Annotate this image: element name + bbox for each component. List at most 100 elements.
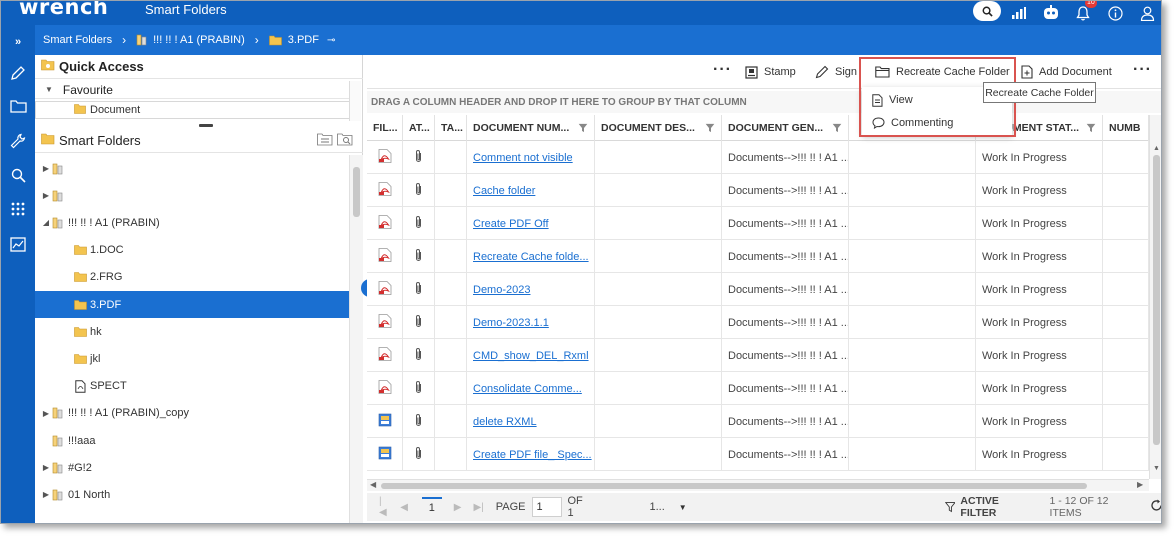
breadcrumb-item-smart-folders[interactable]: Smart Folders (43, 34, 112, 46)
paperclip-icon[interactable] (414, 281, 423, 298)
document-link[interactable]: delete RXML (473, 416, 537, 428)
paperclip-icon[interactable] (414, 380, 423, 397)
document-link[interactable]: Create PDF file_ Spec... (473, 449, 592, 461)
table-row[interactable]: Demo-2023.1.1 Documents-->!!! !! ! A1 ...… (367, 306, 1149, 339)
paperclip-icon[interactable] (414, 215, 423, 232)
scroll-down-icon[interactable]: ▼ (1153, 465, 1160, 472)
col-document-general-header[interactable]: DOCUMENT GEN... (722, 115, 849, 141)
expand-icon[interactable]: ▶ (41, 490, 51, 499)
panel-resize-handle[interactable] (199, 124, 213, 127)
grid-horizontal-thumb[interactable] (381, 483, 1087, 489)
scroll-left-icon[interactable]: ◀ (370, 480, 376, 489)
scroll-right-icon[interactable]: ▶ (1137, 480, 1143, 489)
paperclip-icon[interactable] (414, 413, 423, 430)
tree-item[interactable]: ▶ #G!2 (35, 454, 349, 481)
collapse-icon[interactable]: ◢ (41, 218, 51, 227)
document-link[interactable]: Comment not visible (473, 152, 573, 164)
table-row[interactable]: Recreate Cache folde... Documents-->!!! !… (367, 240, 1149, 273)
current-page[interactable]: 1 (421, 497, 442, 517)
tree-item[interactable]: !!!aaa (35, 427, 349, 454)
expand-icon[interactable]: ▶ (41, 409, 51, 418)
expand-icon[interactable]: ▶ (41, 463, 51, 472)
col-document-number-header[interactable]: DOCUMENT NUM... (467, 115, 595, 141)
search-button[interactable] (971, 1, 1003, 24)
document-link[interactable]: Recreate Cache folde... (473, 251, 589, 263)
page-input[interactable] (531, 497, 562, 517)
scroll-up-icon[interactable]: ▲ (1153, 145, 1160, 152)
tree-item[interactable]: ◢ !!! !! ! A1 (PRABIN) (35, 209, 349, 236)
wrench-icon[interactable] (1, 127, 35, 155)
quick-access-header[interactable]: Quick Access (35, 55, 363, 79)
favourite-scrollbar[interactable] (349, 81, 361, 121)
tree-item[interactable]: SPECT (35, 373, 349, 400)
expand-rail-button[interactable]: » (1, 28, 35, 56)
add-document-button[interactable]: Add Document (1021, 64, 1112, 80)
sign-button[interactable]: Sign (815, 64, 857, 80)
table-row[interactable]: CMD_show_DEL_Rxml Documents-->!!! !! ! A1… (367, 339, 1149, 372)
tree-item[interactable]: 1.DOC (35, 237, 349, 264)
paperclip-icon[interactable] (414, 182, 423, 199)
expand-icon[interactable]: ▶ (41, 164, 51, 173)
grid-vertical-thumb[interactable] (1153, 155, 1160, 445)
user-icon[interactable] (1131, 2, 1161, 24)
tree-item[interactable]: ▶ 01 North (35, 481, 349, 508)
tree-item[interactable]: 2.FRG (35, 264, 349, 291)
pencil-icon[interactable] (1, 59, 35, 87)
document-link[interactable]: CMD_show_DEL_Rxml (473, 350, 589, 362)
expand-icon[interactable]: ▶ (41, 191, 51, 200)
bot-icon[interactable] (1035, 2, 1067, 24)
app-logo[interactable]: wrench (19, 1, 108, 19)
folder-list-icon[interactable] (317, 133, 333, 149)
tree-scroll-thumb[interactable] (353, 167, 360, 217)
more-actions-icon[interactable]: ··· (1133, 61, 1152, 79)
search-nav-icon[interactable] (1, 161, 35, 189)
tree-item[interactable]: jkl (35, 345, 349, 372)
signal-icon[interactable] (1003, 2, 1035, 24)
col-file-header[interactable]: FIL... (367, 115, 403, 141)
tree-item[interactable]: hk (35, 318, 349, 345)
paperclip-icon[interactable] (414, 446, 423, 463)
apps-grid-icon[interactable] (1, 195, 35, 223)
tree-item[interactable]: 3.PDF (35, 291, 349, 318)
info-icon[interactable] (1099, 2, 1131, 24)
folder-search-icon[interactable] (337, 133, 355, 149)
smart-folders-header[interactable]: Smart Folders (35, 129, 363, 153)
active-filter-button[interactable]: ACTIVE FILTER (944, 495, 1030, 519)
column-filter-icon[interactable] (1086, 123, 1096, 136)
tree-item[interactable]: ▶ (35, 182, 349, 209)
grid-vertical-scrollbar[interactable]: ▲ ▼ (1149, 115, 1161, 479)
tree-scrollbar[interactable] (349, 155, 363, 523)
document-link[interactable]: Demo-2023 (473, 284, 530, 296)
table-row[interactable]: Create PDF file_ Spec... Documents-->!!! … (367, 438, 1149, 471)
paperclip-icon[interactable] (414, 149, 423, 166)
table-row[interactable]: Consolidate Comme... Documents-->!!! !! !… (367, 372, 1149, 405)
breadcrumb-item-current[interactable]: 3.PDF (288, 34, 319, 46)
tree-item[interactable]: ▶ (35, 155, 349, 182)
page-size-select[interactable]: 1... (649, 501, 664, 513)
folder-icon[interactable] (1, 92, 35, 120)
table-row[interactable]: Cache folder Documents-->!!! !! ! A1 ... W… (367, 174, 1149, 207)
col-number-header[interactable]: NUMB (1103, 115, 1149, 141)
pin-icon[interactable]: ⊸ (327, 35, 335, 46)
col-document-description-header[interactable]: DOCUMENT DES... (595, 115, 722, 141)
paperclip-icon[interactable] (414, 347, 423, 364)
caret-down-icon[interactable]: ▼ (679, 503, 687, 512)
column-filter-icon[interactable] (578, 123, 588, 136)
breadcrumb-item-project[interactable]: !!! !! ! A1 (PRABIN) (153, 34, 245, 46)
stamp-button[interactable]: Stamp (745, 64, 796, 80)
col-tag-header[interactable]: TA... (435, 115, 467, 141)
table-row[interactable]: Comment not visible Documents-->!!! !! ! … (367, 141, 1149, 174)
more-options-icon[interactable]: ··· (713, 61, 732, 79)
col-attachment-header[interactable]: AT... (403, 115, 435, 141)
dashboard-icon[interactable] (1, 230, 35, 258)
document-link[interactable]: Demo-2023.1.1 (473, 317, 549, 329)
column-filter-icon[interactable] (705, 123, 715, 136)
table-row[interactable]: delete RXML Documents-->!!! !! ! A1 ... Wo… (367, 405, 1149, 438)
table-row[interactable]: Create PDF Off Documents-->!!! !! ! A1 ..… (367, 207, 1149, 240)
document-link[interactable]: Create PDF Off (473, 218, 549, 230)
document-link[interactable]: Cache folder (473, 185, 535, 197)
table-row[interactable]: Demo-2023 Documents-->!!! !! ! A1 ... Work… (367, 273, 1149, 306)
first-page-icon[interactable]: |◀ (379, 496, 388, 518)
paperclip-icon[interactable] (414, 314, 423, 331)
next-page-icon[interactable]: ▶ (454, 502, 462, 513)
